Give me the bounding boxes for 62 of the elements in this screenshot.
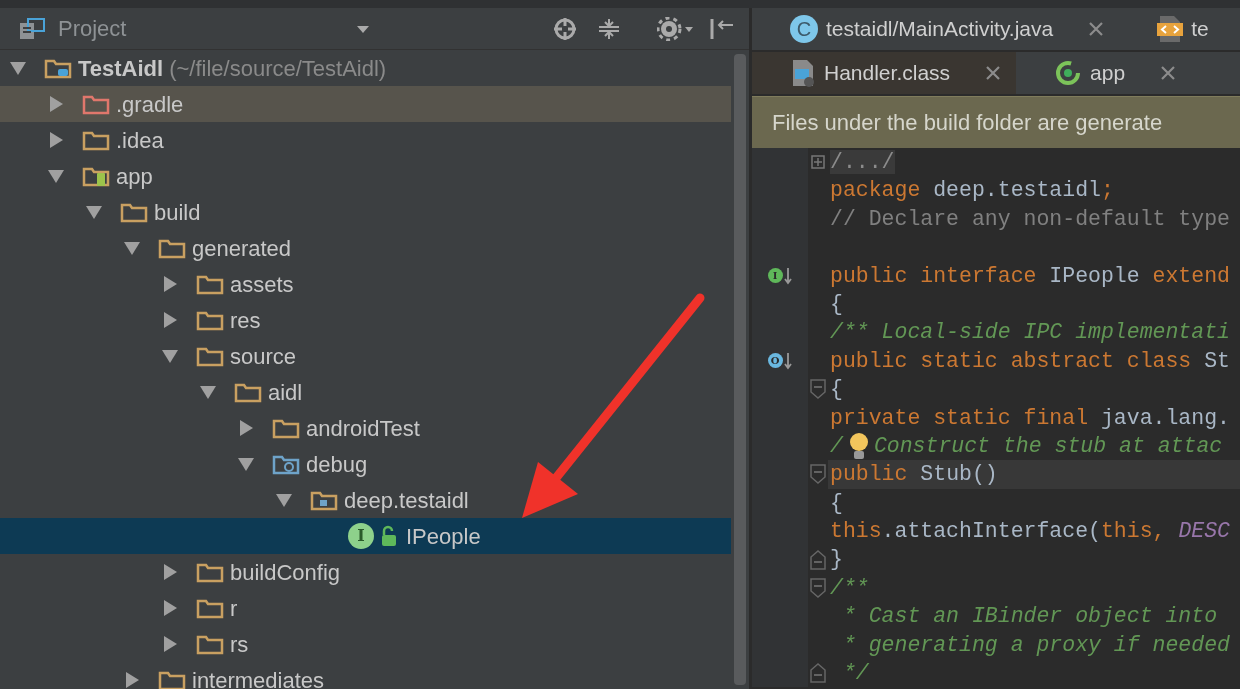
- tree-item[interactable]: generated: [0, 230, 731, 266]
- tree-item[interactable]: I IPeople: [0, 518, 731, 554]
- gutter-marker-icon[interactable]: I: [767, 268, 783, 284]
- tree-item[interactable]: TestAidl (~/file/source/TestAidl): [0, 50, 731, 86]
- collapse-all-icon[interactable]: [597, 16, 621, 41]
- notification-bar: Files under the build folder are generate: [752, 96, 1240, 148]
- code-line: package deep.testaidl;: [829, 177, 1115, 205]
- close-icon[interactable]: [1161, 66, 1176, 80]
- class-file-icon: [790, 58, 816, 88]
- code-line: * Cast an IBinder object into: [841, 603, 1219, 631]
- collapse-fold-icon[interactable]: [810, 663, 826, 684]
- tree-item[interactable]: deep.testaidl: [0, 482, 731, 518]
- close-icon[interactable]: [986, 66, 1001, 80]
- gutter-marker-icon[interactable]: O: [767, 353, 783, 369]
- project-view-icon: [18, 16, 46, 41]
- code-line: /** Local-side IPC implementati: [829, 319, 1231, 347]
- code-line: this.attachInterface(this, DESC: [829, 518, 1231, 546]
- dropdown-caret-icon[interactable]: [356, 23, 371, 34]
- code-line: {: [829, 489, 844, 517]
- tree-item[interactable]: source: [0, 338, 731, 374]
- tree-item[interactable]: debug: [0, 446, 731, 482]
- close-icon[interactable]: [1089, 22, 1104, 36]
- code-line: /**: [829, 574, 870, 602]
- project-path: (~/file/source/TestAidl): [169, 54, 387, 83]
- tree-item[interactable]: intermediates: [0, 662, 731, 689]
- scrollbar[interactable]: [734, 54, 746, 685]
- code-line: // Declare any non-default type: [829, 205, 1231, 233]
- collapse-fold-icon[interactable]: [810, 578, 826, 599]
- code-line: public interface IPeople extend: [829, 262, 1231, 290]
- tree-item[interactable]: .gradle: [0, 86, 731, 122]
- code-line: {: [829, 376, 844, 404]
- editor-tab[interactable]: Handler.class: [752, 52, 1017, 94]
- code-line: */: [841, 660, 870, 688]
- hide-panel-icon[interactable]: [709, 16, 735, 41]
- code-line: }: [829, 546, 844, 574]
- code-line: * generating a proxy if needed: [841, 631, 1231, 659]
- tree-item[interactable]: rs: [0, 626, 731, 662]
- tree-item[interactable]: androidTest: [0, 410, 731, 446]
- collapse-fold-icon[interactable]: [810, 464, 826, 485]
- tree-item[interactable]: r: [0, 590, 731, 626]
- down-arrow-icon: [782, 351, 793, 370]
- tree-item[interactable]: .idea: [0, 122, 731, 158]
- tree-item[interactable]: build: [0, 194, 731, 230]
- class-icon: C: [790, 15, 818, 43]
- code-line: public static abstract class St: [829, 347, 1231, 375]
- collapse-fold-icon[interactable]: [810, 549, 826, 570]
- down-arrow-icon: [782, 266, 793, 285]
- code-line: private static final java.lang.: [829, 404, 1231, 432]
- expand-fold-icon[interactable]: [811, 155, 825, 170]
- panel-title: Project: [58, 15, 127, 43]
- tree-item[interactable]: buildConfig: [0, 554, 731, 590]
- interface-icon: I: [348, 523, 374, 549]
- xml-file-icon: [1157, 14, 1184, 44]
- tree-item[interactable]: app: [0, 158, 731, 194]
- tree-item[interactable]: aidl: [0, 374, 731, 410]
- tree-item[interactable]: res: [0, 302, 731, 338]
- code-line: {: [829, 290, 844, 318]
- module-icon: [1054, 59, 1083, 87]
- collapse-fold-icon[interactable]: [810, 379, 826, 400]
- target-icon[interactable]: [553, 16, 577, 41]
- code-line: / Construct the stub at attac: [828, 431, 1240, 461]
- tree-item[interactable]: assets: [0, 266, 731, 302]
